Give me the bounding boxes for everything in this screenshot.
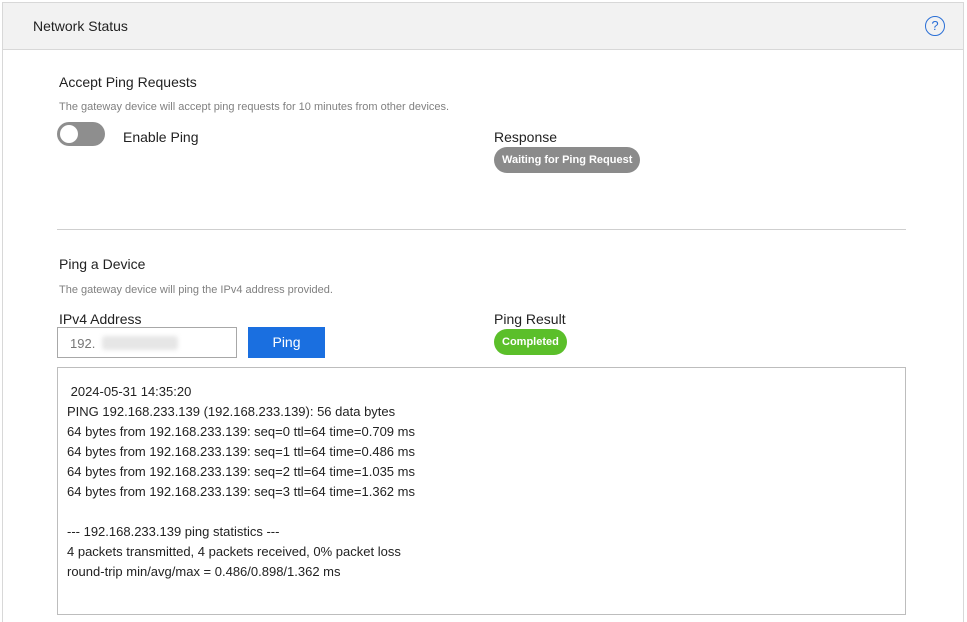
help-circle-icon[interactable]: ? — [925, 16, 945, 36]
accept-ping-description: The gateway device will accept ping requ… — [59, 101, 450, 113]
output-line: PING 192.168.233.139 (192.168.233.139): … — [67, 404, 396, 419]
ipv4-address-value: 192. — [70, 336, 96, 351]
output-line: 64 bytes from 192.168.233.139: seq=0 ttl… — [67, 424, 415, 439]
panel-header: Network Status ? — [3, 3, 963, 50]
toggle-knob — [60, 125, 78, 143]
response-label: Response — [494, 129, 558, 145]
output-line: 4 packets transmitted, 4 packets receive… — [67, 544, 401, 559]
section-divider — [57, 229, 906, 230]
redacted-ip-blur — [102, 336, 178, 350]
response-status-badge: Waiting for Ping Request — [494, 147, 641, 173]
output-line: round-trip min/avg/max = 0.486/0.898/1.3… — [67, 564, 341, 579]
accept-ping-title: Accept Ping Requests — [59, 74, 197, 90]
ipv4-address-label: IPv4 Address — [59, 311, 142, 327]
ping-output-box[interactable]: 2024-05-31 14:35:20 PING 192.168.233.139… — [57, 367, 906, 615]
output-line: 64 bytes from 192.168.233.139: seq=2 ttl… — [67, 464, 415, 479]
output-line: --- 192.168.233.139 ping statistics --- — [67, 524, 280, 539]
ping-button[interactable]: Ping — [248, 327, 325, 358]
output-line: 64 bytes from 192.168.233.139: seq=3 ttl… — [67, 484, 415, 499]
ping-device-title: Ping a Device — [59, 256, 146, 272]
output-line: 64 bytes from 192.168.233.139: seq=1 ttl… — [67, 444, 415, 459]
enable-ping-label: Enable Ping — [123, 129, 199, 145]
ping-device-description: The gateway device will ping the IPv4 ad… — [59, 284, 333, 296]
panel-title: Network Status — [33, 18, 128, 34]
output-line: 2024-05-31 14:35:20 — [67, 384, 192, 399]
enable-ping-toggle[interactable] — [57, 122, 105, 146]
ping-result-badge: Completed — [494, 329, 567, 355]
ping-result-label: Ping Result — [494, 311, 566, 327]
ipv4-address-input[interactable]: 192. — [57, 327, 237, 358]
